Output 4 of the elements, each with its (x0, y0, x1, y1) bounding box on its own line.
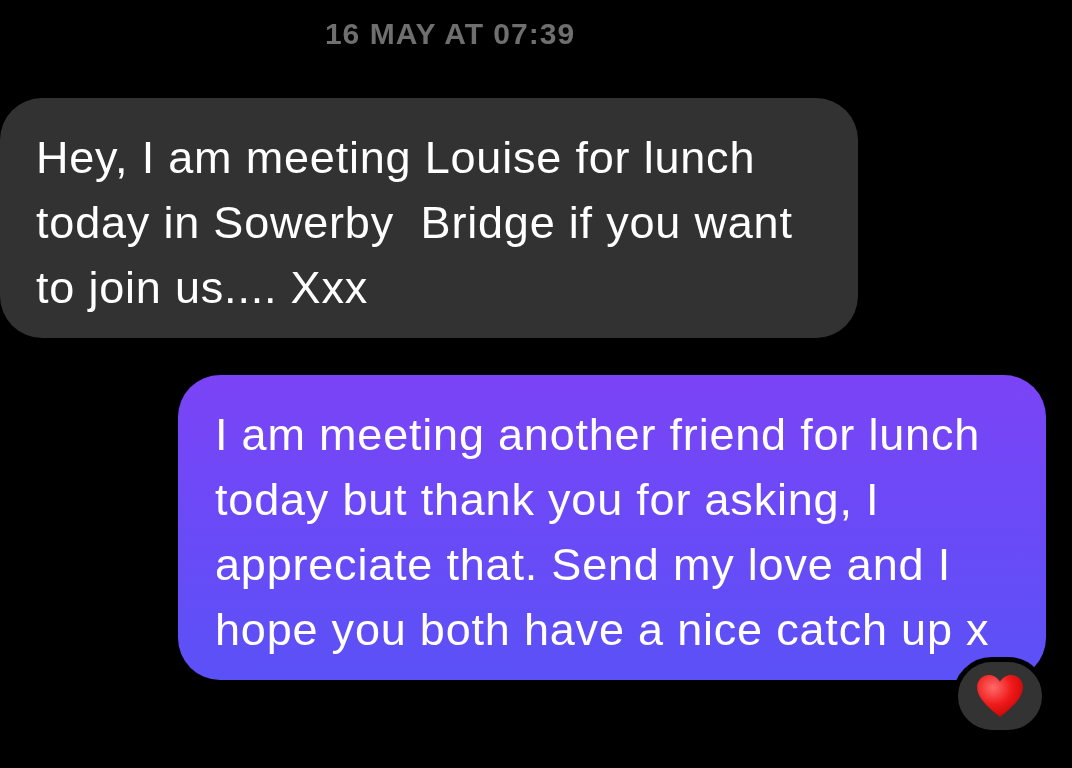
heart-icon (977, 675, 1023, 717)
received-message-bubble: Hey, I am meeting Louise for lunch today in Sowerby Bridge if you want to join us.... Xxx (0, 98, 858, 338)
message-timestamp: 16 MAY AT 07:39 (324, 16, 576, 52)
sent-message-bubble: I am meeting another friend for lunch today but thank you for asking, I appreciate that. Send my love and I hope you both have a nice catch up x (178, 375, 1046, 680)
